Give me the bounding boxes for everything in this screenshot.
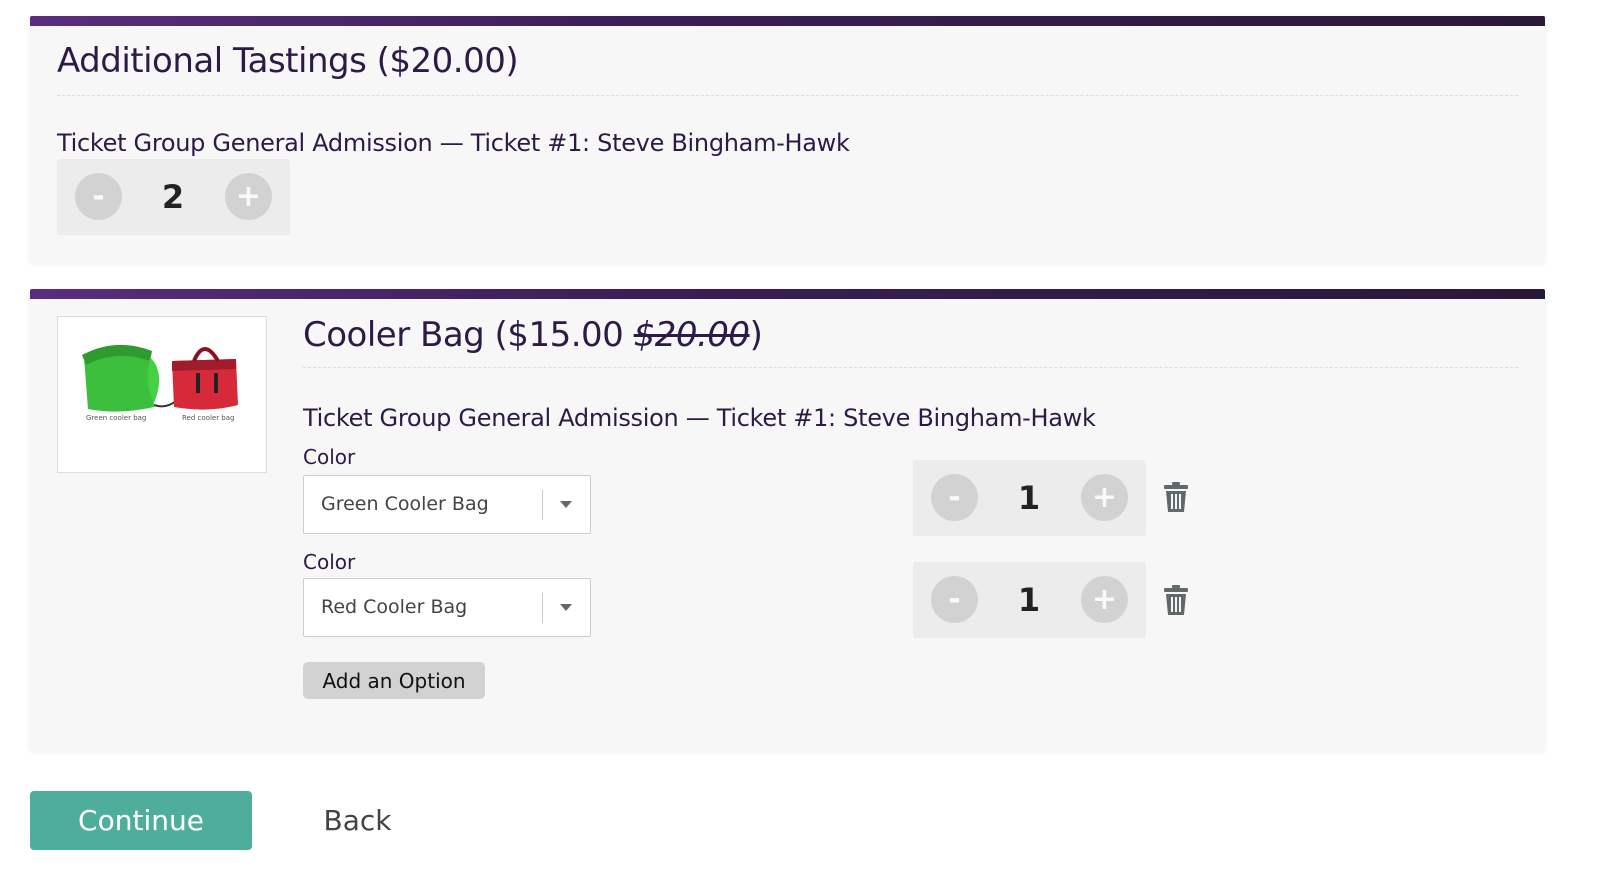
option-quantity-stepper: - 1 + bbox=[913, 460, 1146, 536]
select-separator bbox=[542, 490, 543, 520]
product-image: Green cooler bag Red cooler bag bbox=[57, 316, 267, 473]
increment-button[interactable]: + bbox=[1081, 474, 1128, 521]
decrement-button[interactable]: - bbox=[75, 173, 122, 220]
quantity-value: 2 bbox=[161, 178, 185, 216]
color-label: Color bbox=[303, 445, 356, 469]
section-divider bbox=[303, 367, 1518, 368]
trash-icon[interactable] bbox=[1163, 584, 1189, 616]
green-bag-caption: Green cooler bag bbox=[86, 414, 147, 422]
quantity-value: 1 bbox=[1017, 581, 1041, 619]
chevron-down-icon bbox=[560, 604, 572, 611]
cooler-title: Cooler Bag ($15.00 $20.00) bbox=[303, 315, 763, 355]
tastings-title: Additional Tastings ($20.00) bbox=[57, 41, 519, 81]
back-button[interactable]: Back bbox=[300, 791, 415, 850]
color-select[interactable]: Green Cooler Bag bbox=[303, 475, 591, 534]
chevron-down-icon bbox=[560, 501, 572, 508]
decrement-button[interactable]: - bbox=[931, 576, 978, 623]
color-select-value: Green Cooler Bag bbox=[321, 493, 489, 515]
title-price: Cooler Bag ($15.00 bbox=[303, 315, 634, 355]
quantity-value: 1 bbox=[1017, 479, 1041, 517]
select-separator bbox=[542, 593, 543, 623]
original-price: $20.00 bbox=[633, 315, 750, 355]
decrement-button[interactable]: - bbox=[931, 474, 978, 521]
add-option-button[interactable]: Add an Option bbox=[303, 662, 485, 699]
title-suffix: ) bbox=[749, 315, 763, 355]
color-label: Color bbox=[303, 550, 356, 574]
increment-button[interactable]: + bbox=[1081, 576, 1128, 623]
section-divider bbox=[57, 95, 1518, 96]
cooler-bags-illustration bbox=[82, 344, 238, 412]
card-accent-bar bbox=[30, 16, 1545, 26]
color-select-value: Red Cooler Bag bbox=[321, 596, 468, 618]
option-quantity-stepper: - 1 + bbox=[913, 562, 1146, 638]
cooler-bag-card: Green cooler bag Red cooler bag Cooler B… bbox=[30, 289, 1545, 750]
ticket-label: Ticket Group General Admission — Ticket … bbox=[303, 404, 1096, 432]
card-accent-bar bbox=[30, 289, 1545, 299]
increment-button[interactable]: + bbox=[225, 173, 272, 220]
additional-tastings-card: Additional Tastings ($20.00) Ticket Grou… bbox=[30, 16, 1545, 262]
trash-icon[interactable] bbox=[1163, 481, 1189, 513]
tastings-quantity-stepper: - 2 + bbox=[57, 159, 290, 235]
continue-button[interactable]: Continue bbox=[30, 791, 252, 850]
color-select[interactable]: Red Cooler Bag bbox=[303, 578, 591, 637]
red-bag-caption: Red cooler bag bbox=[182, 414, 235, 422]
ticket-label: Ticket Group General Admission — Ticket … bbox=[57, 129, 850, 157]
